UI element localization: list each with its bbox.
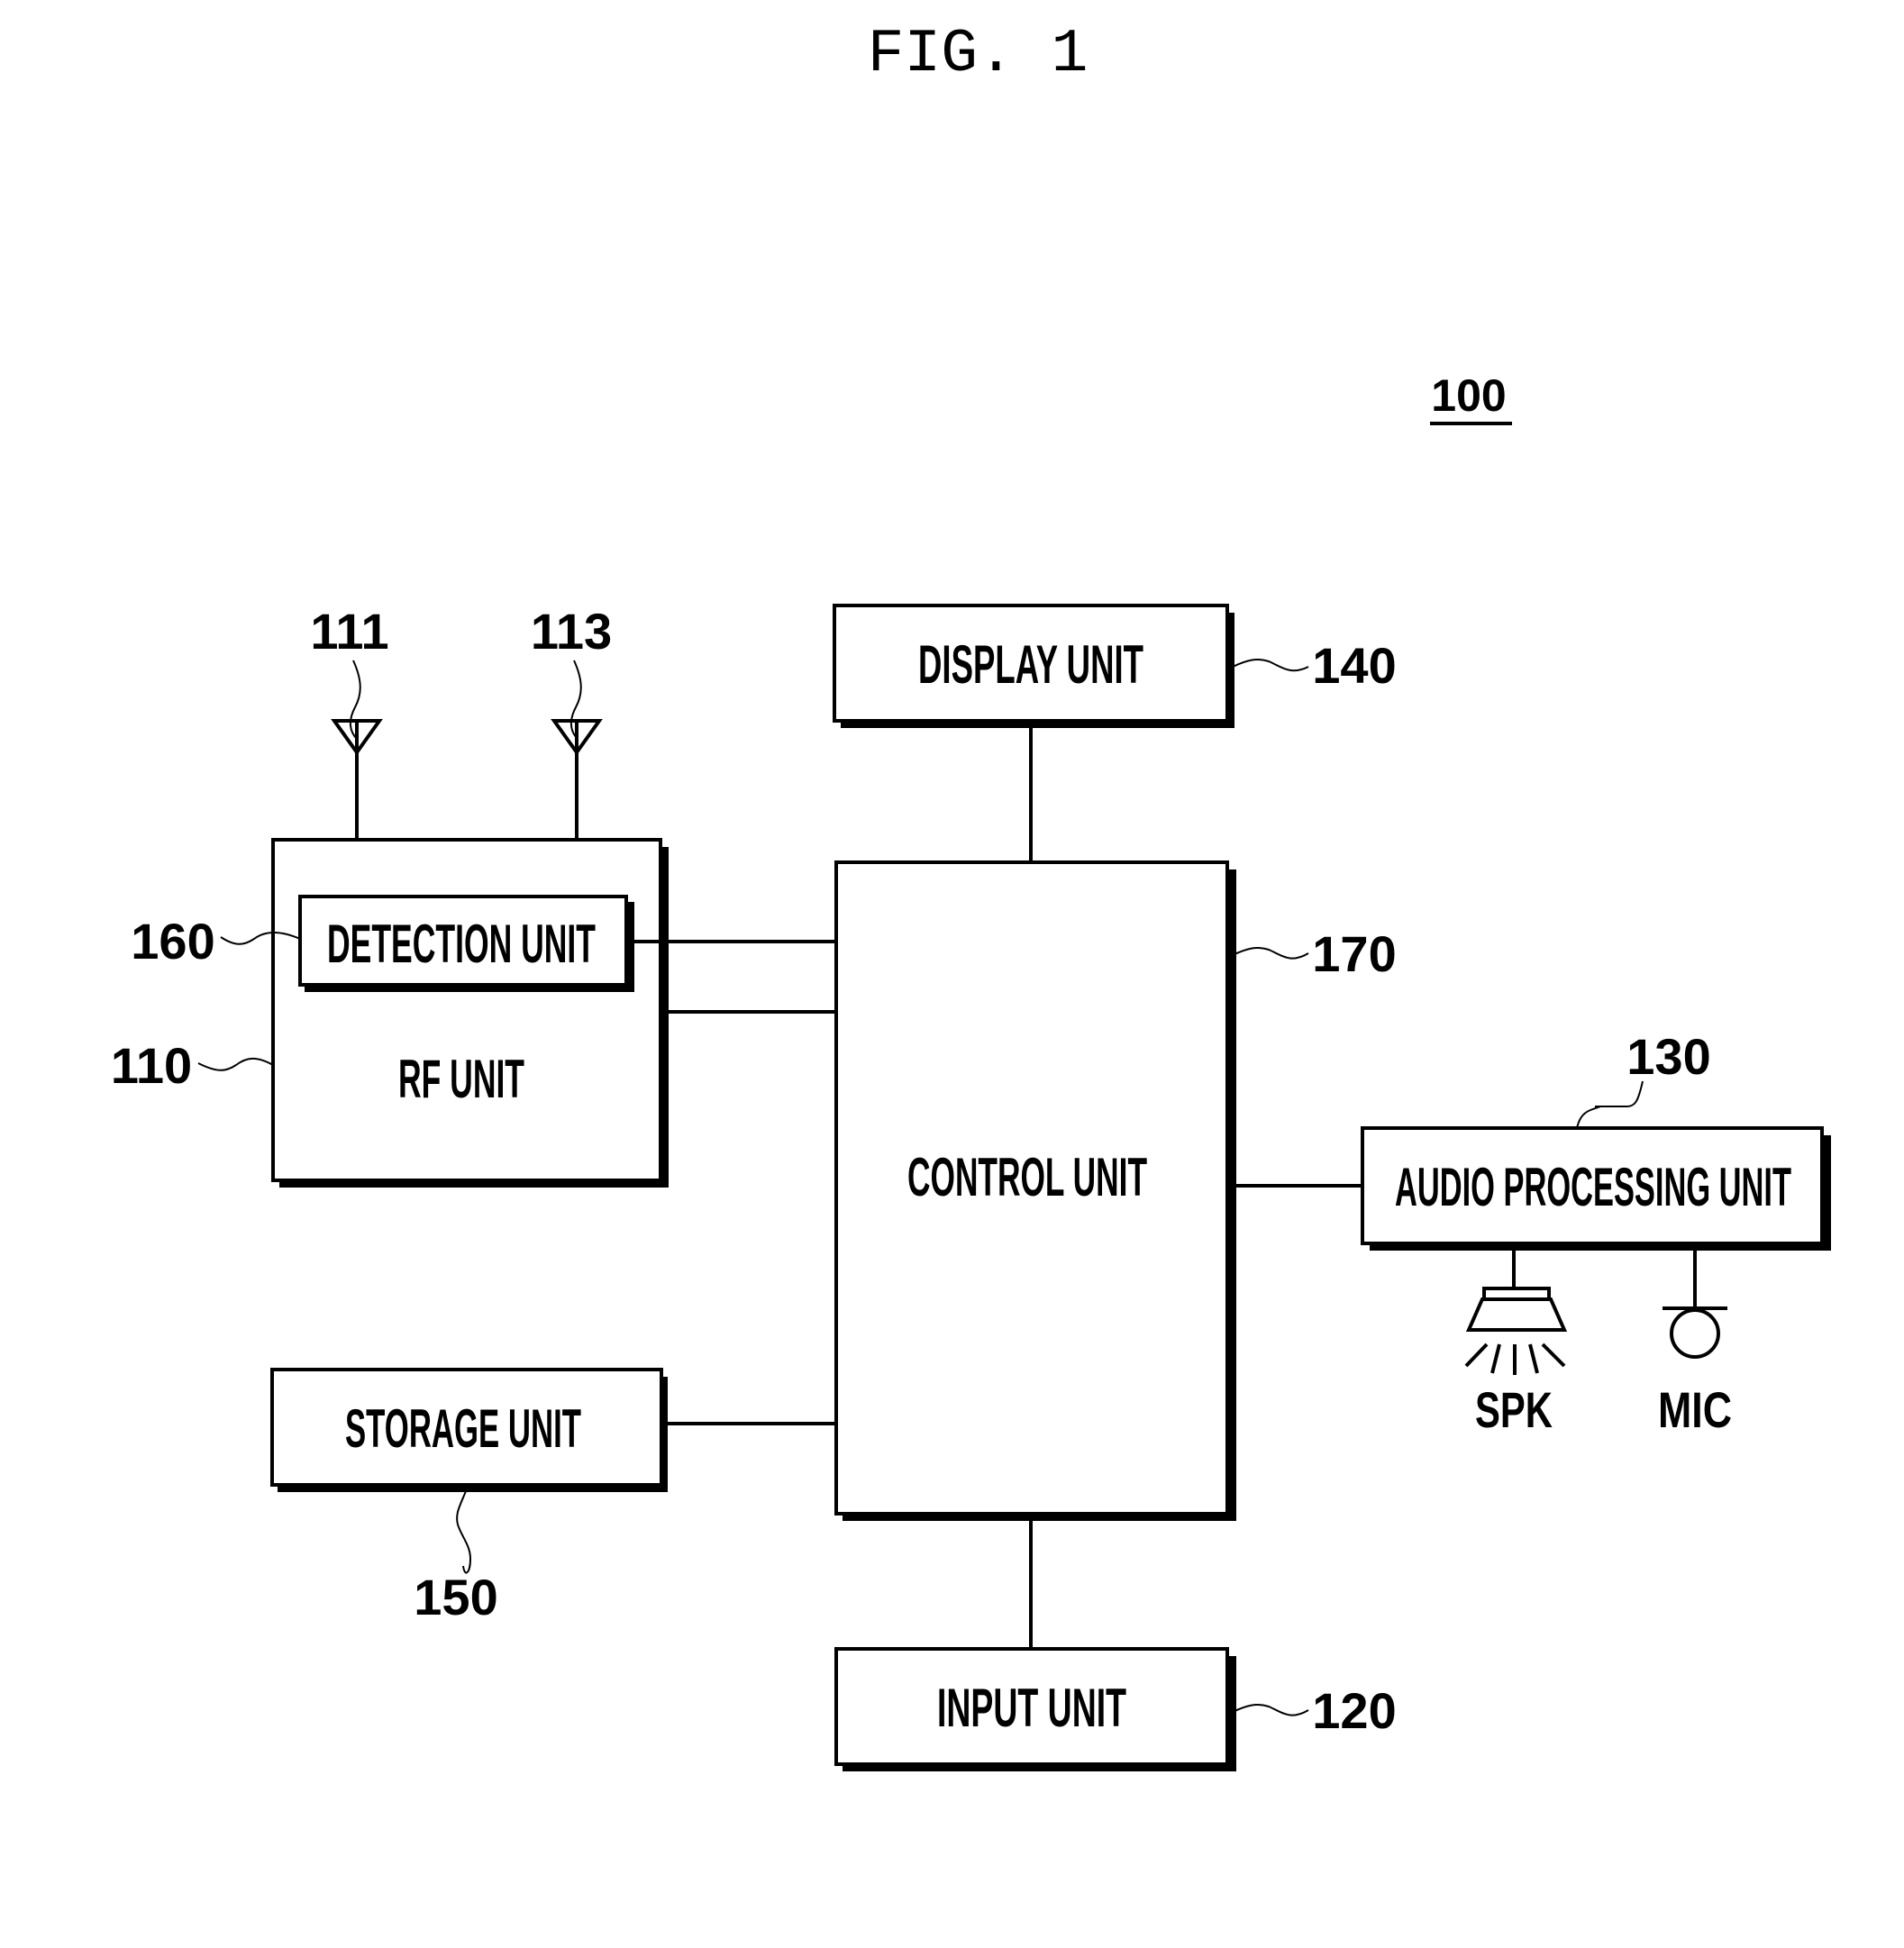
leader-line: [1232, 947, 1309, 960]
rf-unit-ref-label: 110: [111, 1037, 192, 1094]
detection-unit-ref-label: 160: [131, 913, 214, 969]
input-unit-reference: 120: [1232, 1682, 1397, 1739]
display-unit-block: DISPLAY UNIT: [833, 604, 1234, 728]
antenna-icon: [551, 719, 603, 840]
leader-line: [456, 1490, 472, 1574]
antenna-icon: [331, 719, 383, 840]
leader-line: [1576, 1080, 1644, 1129]
control-unit-ref-label: 170: [1312, 925, 1396, 982]
detection-unit-block: DETECTION UNIT: [298, 895, 634, 992]
control-unit-reference: 170: [1232, 925, 1397, 982]
antenna-ref-label: 111: [310, 603, 388, 660]
antenna-ref-label: 113: [531, 603, 612, 660]
device-reference: 100: [1430, 370, 1512, 425]
storage-unit-reference: 150: [414, 1490, 498, 1625]
control-unit-label: CONTROL UNIT: [907, 1147, 1147, 1207]
input-unit-label: INPUT UNIT: [937, 1678, 1126, 1738]
input-unit-block: INPUT UNIT: [834, 1647, 1236, 1771]
rf-unit-label: RF UNIT: [398, 1049, 524, 1109]
rf-unit-block: RF UNIT: [271, 838, 669, 1188]
audio-processing-unit-ref-label: 130: [1626, 1028, 1710, 1085]
audio-processing-unit-block: AUDIO PROCESSING UNIT: [1361, 1126, 1831, 1251]
antenna-111: 111: [310, 603, 389, 840]
leader-line: [1232, 659, 1309, 672]
device-ref-label: 100: [1431, 370, 1506, 421]
rf-unit-reference: 110: [111, 1037, 274, 1094]
storage-unit-block: STORAGE UNIT: [270, 1368, 668, 1492]
figure-title: FIG. 1: [868, 20, 1089, 89]
speaker-label: SPK: [1475, 1381, 1553, 1438]
display-unit-label: DISPLAY UNIT: [918, 634, 1143, 695]
leader-line: [197, 1057, 274, 1071]
microphone-label: MIC: [1658, 1381, 1732, 1438]
block-diagram: FIG. 1 100 111 113 RF UNIT 110 DETECTION…: [111, 20, 1831, 1771]
speaker: SPK: [1464, 1251, 1568, 1438]
detection-unit-label: DETECTION UNIT: [327, 914, 596, 974]
audio-processing-unit-label: AUDIO PROCESSING UNIT: [1395, 1157, 1791, 1217]
leader-line: [1232, 1704, 1309, 1716]
input-unit-ref-label: 120: [1312, 1682, 1396, 1739]
audio-processing-unit-reference: 130: [1576, 1028, 1711, 1129]
speaker-icon: [1464, 1287, 1568, 1375]
antenna-113: 113: [531, 603, 612, 840]
microphone: MIC: [1658, 1251, 1732, 1438]
display-unit-ref-label: 140: [1312, 637, 1396, 694]
microphone-icon: [1663, 1306, 1727, 1359]
display-unit-reference: 140: [1232, 637, 1397, 694]
storage-unit-label: STORAGE UNIT: [345, 1398, 581, 1459]
storage-unit-ref-label: 150: [414, 1569, 497, 1625]
control-unit-block: CONTROL UNIT: [834, 860, 1236, 1521]
